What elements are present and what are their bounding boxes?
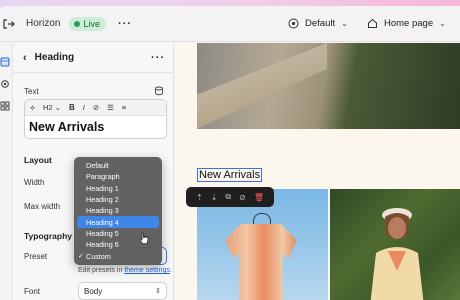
font-label: Font <box>24 287 41 296</box>
rich-text-editor[interactable]: ⟡ H2 ⌄ B I ⊘ ☰ ≡ New Arrivals <box>24 99 167 139</box>
chevron-down-icon: ⌄ <box>439 19 446 28</box>
move-up-icon[interactable]: ⇡ <box>196 193 203 202</box>
live-badge: Live <box>69 16 106 31</box>
dropdown-option[interactable]: Paragraph <box>77 171 159 182</box>
preset-label: Preset <box>24 252 48 261</box>
palette-icon <box>288 18 299 29</box>
text-label: Text <box>24 87 39 96</box>
hide-icon[interactable]: ⊘ <box>239 193 246 202</box>
duplicate-icon[interactable]: ⧉ <box>225 192 231 202</box>
max-width-label: Max width <box>24 202 61 211</box>
exit-icon[interactable] <box>2 17 16 31</box>
editor-toolbar: ⟡ H2 ⌄ B I ⊘ ☰ ≡ <box>25 100 166 116</box>
editor-text[interactable]: New Arrivals <box>25 116 166 138</box>
page-selector[interactable]: Home page ⌄ <box>367 18 446 29</box>
font-value: Body <box>84 286 103 296</box>
selected-heading[interactable]: New Arrivals <box>197 168 263 182</box>
theme-label: Default <box>305 18 336 29</box>
store-name: Horizon <box>26 18 61 29</box>
trash-icon[interactable]: 🗑 <box>254 193 264 202</box>
page-label: Home page <box>384 18 434 29</box>
hero-image-path <box>197 43 327 129</box>
bold-button[interactable]: B <box>69 103 75 112</box>
theme-settings-link[interactable]: theme settings <box>124 267 170 274</box>
preset-dropdown-menu[interactable]: Default Paragraph Heading 1 Heading 2 Headin… <box>74 157 162 265</box>
home-icon <box>368 18 377 28</box>
numbered-list-icon[interactable]: ≡ <box>122 103 126 112</box>
move-down-icon[interactable]: ⇣ <box>211 193 218 202</box>
dropdown-option[interactable]: Heading 4 <box>77 216 159 228</box>
dropdown-option[interactable]: Heading 2 <box>77 194 159 205</box>
live-label: Live <box>83 18 100 29</box>
sections-icon[interactable] <box>0 57 10 67</box>
dropdown-option[interactable]: Custom <box>77 250 159 261</box>
magic-icon[interactable]: ⟡ <box>30 103 35 113</box>
heading-level-select[interactable]: H2 ⌄ <box>43 103 61 112</box>
model-figure <box>370 208 424 300</box>
link-icon[interactable]: ⊘ <box>93 103 99 112</box>
panel-more-button[interactable]: ··· <box>151 52 165 64</box>
dropdown-option[interactable]: Default <box>77 160 159 171</box>
back-arrow-icon[interactable]: ‹ <box>23 52 27 64</box>
dropdown-option[interactable]: Heading 1 <box>77 183 159 194</box>
product-image-model[interactable] <box>330 189 460 300</box>
top-bar: Horizon Live ··· Default ⌄ Home page ⌄ <box>0 6 460 42</box>
chevron-down-icon: ⌄ <box>341 19 348 28</box>
dropdown-option[interactable]: Heading 3 <box>77 205 159 216</box>
shirt-shape <box>225 224 297 300</box>
preset-help-text: Edit presets in <box>78 267 123 274</box>
mouse-pointer-icon <box>139 232 149 244</box>
panel-header: ‹ Heading ··· <box>13 43 173 73</box>
block-toolbar: ⇡ ⇣ ⧉ ⊘ 🗑 <box>186 187 274 207</box>
theme-selector[interactable]: Default ⌄ <box>288 18 348 29</box>
live-dot-icon <box>74 20 81 27</box>
typography-section-title: Typography <box>24 231 73 241</box>
hanger-shape <box>253 213 271 225</box>
font-select[interactable]: Body ⇕ <box>78 282 167 300</box>
database-icon[interactable] <box>154 86 164 96</box>
editor-window: Horizon Live ··· Default ⌄ Home page ⌄ ‹… <box>0 6 460 300</box>
preset-help: Edit presets in theme settings. <box>78 267 172 274</box>
preset-help-suffix: . <box>169 267 172 274</box>
gear-icon[interactable] <box>0 79 10 89</box>
apps-icon[interactable] <box>0 101 10 111</box>
more-options-button[interactable]: ··· <box>118 18 132 30</box>
hero-image[interactable] <box>197 43 460 129</box>
layout-section-title: Layout <box>24 155 52 165</box>
heading-level-value: H2 <box>42 103 53 112</box>
preview-canvas: New Arrivals ⇡ ⇣ ⧉ ⊘ 🗑 <box>175 43 460 300</box>
icon-rail <box>0 43 12 300</box>
panel-title: Heading <box>34 52 75 63</box>
width-label: Width <box>24 178 45 187</box>
select-arrows-icon: ⇕ <box>155 288 161 295</box>
italic-button[interactable]: I <box>83 103 85 112</box>
bullet-list-icon[interactable]: ☰ <box>107 103 114 112</box>
